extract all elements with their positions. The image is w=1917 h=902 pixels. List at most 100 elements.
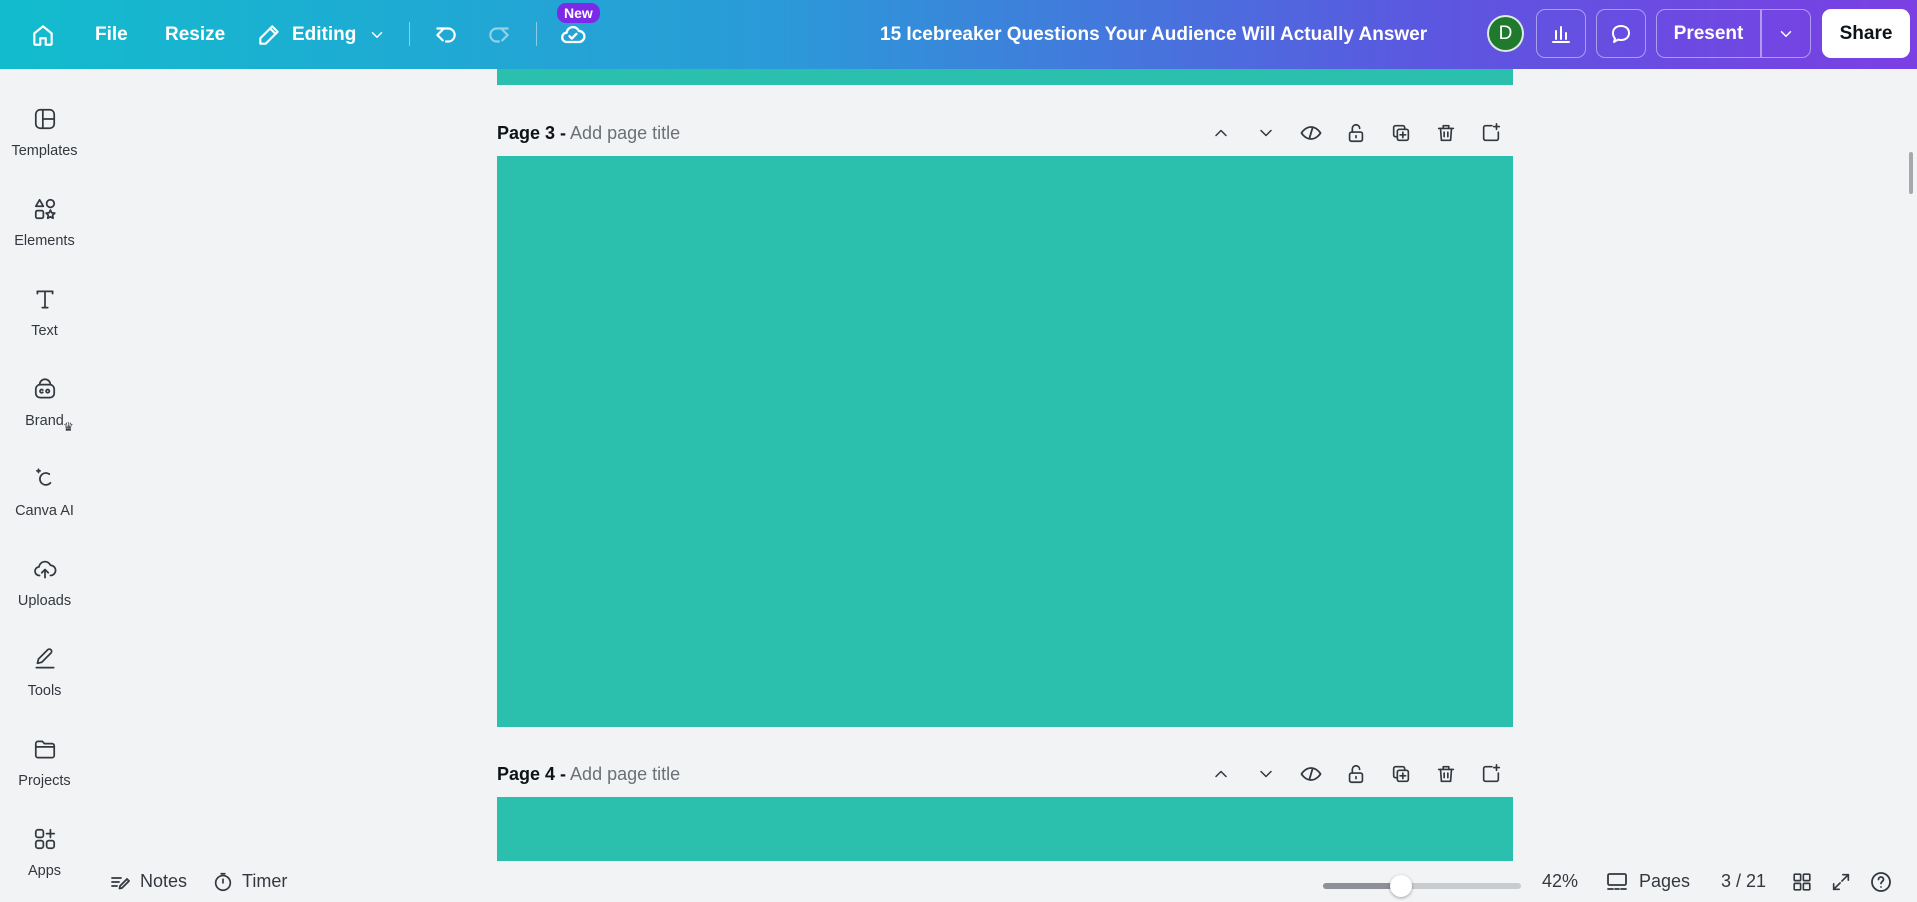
- help-button[interactable]: [1869, 861, 1893, 902]
- share-button[interactable]: Share: [1822, 9, 1910, 58]
- sidebar-item-tools[interactable]: Tools: [0, 632, 89, 712]
- present-label: Present: [1673, 22, 1744, 44]
- zoom-percent[interactable]: 42%: [1542, 861, 1578, 902]
- page-3-toolbar: [1198, 118, 1513, 148]
- pages-icon: [1607, 872, 1627, 890]
- resize-label: Resize: [165, 23, 226, 45]
- home-icon: [33, 24, 53, 46]
- page-3-header: Page 3 - Add page title: [497, 118, 1513, 148]
- duplicate-page-button[interactable]: [1378, 118, 1423, 148]
- chevron-up-icon: [1214, 770, 1227, 778]
- sidebar-item-text[interactable]: Text: [0, 272, 89, 352]
- sidebar-item-label: Brand: [25, 413, 64, 429]
- move-page-down-button[interactable]: [1243, 118, 1288, 148]
- sidebar-item-label: Projects: [18, 773, 71, 789]
- uploads-icon: [33, 560, 56, 579]
- file-label: File: [95, 23, 128, 45]
- sidebar-item-label: Apps: [27, 863, 62, 879]
- redo-icon: [489, 26, 509, 43]
- pages-view-button[interactable]: Pages: [1605, 861, 1690, 902]
- sidebar-item-templates[interactable]: Templates: [0, 92, 89, 172]
- page-2-canvas[interactable]: [497, 69, 1513, 85]
- editing-label: Editing: [292, 23, 357, 45]
- toolbar-divider: [536, 22, 537, 46]
- text-icon: [36, 290, 53, 309]
- trash-icon: [1437, 124, 1454, 142]
- chevron-down-icon: [1780, 30, 1792, 37]
- lock-page-button[interactable]: [1333, 118, 1378, 148]
- add-page-button[interactable]: [1468, 759, 1513, 789]
- bar-chart-icon: [1552, 25, 1570, 43]
- page-3-title[interactable]: Page 3 - Add page title: [497, 123, 680, 144]
- sidebar-item-label: Canva AI: [15, 503, 74, 519]
- page-4-canvas[interactable]: [497, 797, 1513, 861]
- new-badge: New: [557, 3, 600, 23]
- chevron-down-icon: [372, 31, 383, 38]
- brand-icon: [34, 378, 55, 399]
- move-page-up-button[interactable]: [1198, 118, 1243, 148]
- file-menu-button[interactable]: File: [95, 0, 128, 69]
- timer-label: Timer: [242, 871, 288, 891]
- present-button[interactable]: Present: [1656, 9, 1761, 58]
- add-page-button[interactable]: [1468, 118, 1513, 148]
- sidebar-item-label: Tools: [27, 683, 62, 699]
- add-page-icon: [1482, 123, 1500, 142]
- chevron-down-icon: [1259, 770, 1272, 778]
- sidebar-item-label: Templates: [11, 143, 78, 159]
- lock-page-button[interactable]: [1333, 759, 1378, 789]
- sidebar-item-label: Uploads: [17, 593, 72, 609]
- templates-icon: [34, 108, 55, 130]
- undo-icon: [436, 26, 456, 43]
- fullscreen-button[interactable]: [1830, 861, 1852, 902]
- move-page-down-button[interactable]: [1243, 759, 1288, 789]
- home-button[interactable]: [30, 0, 56, 69]
- chevron-up-icon: [1214, 129, 1227, 137]
- notes-label: Notes: [140, 871, 188, 891]
- tools-icon: [34, 648, 55, 669]
- page-title-placeholder: Add page title: [570, 763, 681, 784]
- timer-icon: [214, 872, 232, 891]
- chevron-down-icon: [1259, 129, 1272, 137]
- notes-button[interactable]: Notes: [108, 861, 187, 902]
- duplicate-icon: [1392, 765, 1409, 783]
- sidebar-item-label: Text: [31, 323, 58, 339]
- zoom-slider[interactable]: [1323, 875, 1521, 897]
- move-page-up-button[interactable]: [1198, 759, 1243, 789]
- document-title[interactable]: 15 Icebreaker Questions Your Audience Wi…: [880, 0, 1427, 69]
- insights-button[interactable]: [1536, 9, 1586, 58]
- page-counter[interactable]: 3 / 21: [1721, 861, 1766, 902]
- undo-button[interactable]: [433, 0, 459, 69]
- duplicate-page-button[interactable]: [1378, 759, 1423, 789]
- trash-icon: [1437, 765, 1454, 783]
- resize-button[interactable]: Resize: [165, 0, 225, 69]
- projects-icon: [34, 740, 55, 759]
- vertical-scrollbar[interactable]: [1909, 152, 1913, 194]
- hide-page-button[interactable]: [1288, 759, 1333, 789]
- hide-page-button[interactable]: [1288, 118, 1333, 148]
- zoom-slider-handle[interactable]: [1390, 875, 1412, 897]
- redo-button[interactable]: [486, 0, 512, 69]
- sidebar-item-brand[interactable]: Brand: [0, 362, 89, 442]
- sidebar-item-uploads[interactable]: Uploads: [0, 542, 89, 622]
- unlock-icon: [1348, 764, 1363, 784]
- sidebar-item-canva-ai[interactable]: Canva AI: [0, 452, 89, 532]
- add-page-icon: [1482, 764, 1500, 783]
- page-4-title[interactable]: Page 4 - Add page title: [497, 764, 680, 785]
- pencil-icon: [259, 24, 279, 45]
- sidebar-item-projects[interactable]: Projects: [0, 722, 89, 802]
- present-options-button[interactable]: [1761, 9, 1811, 58]
- editing-mode-button[interactable]: Editing: [256, 0, 386, 69]
- sidebar-item-elements[interactable]: Elements: [0, 182, 89, 262]
- page-label: Page 4 -: [497, 763, 567, 784]
- user-avatar[interactable]: D: [1487, 15, 1524, 52]
- timer-button[interactable]: Timer: [212, 861, 287, 902]
- comments-button[interactable]: [1596, 9, 1646, 58]
- page-4-header: Page 4 - Add page title: [497, 759, 1513, 789]
- delete-page-button[interactable]: [1423, 118, 1468, 148]
- delete-page-button[interactable]: [1423, 759, 1468, 789]
- toolbar-divider: [409, 22, 410, 46]
- page-3-canvas[interactable]: [497, 156, 1513, 727]
- grid-view-button[interactable]: [1791, 861, 1813, 902]
- sidebar-item-apps[interactable]: Apps: [0, 812, 89, 892]
- grid-view-icon: [1793, 872, 1811, 891]
